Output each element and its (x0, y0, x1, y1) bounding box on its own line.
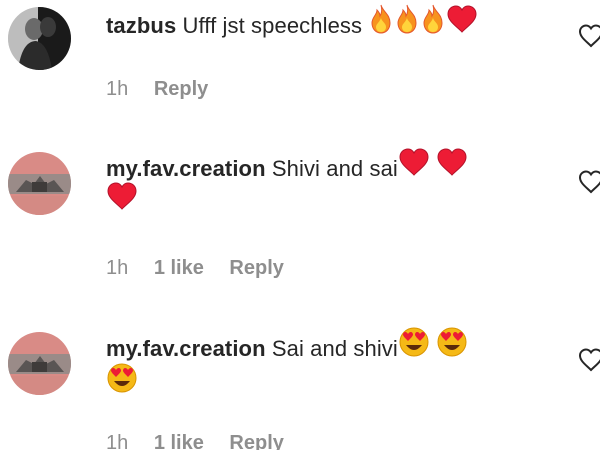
like-heart-icon[interactable] (578, 348, 600, 372)
comment-body: my.fav.creation Shivi and sai (106, 148, 566, 220)
comment-username[interactable]: my.fav.creation (106, 156, 266, 181)
red-heart-emoji-icon (398, 148, 430, 186)
comment-time: 1h (106, 78, 129, 100)
heart-eyes-emoji-icon (436, 326, 468, 368)
comment-meta: 1h 1 like Reply (106, 432, 304, 450)
comment-item: my.fav.creation Sai and shivi 1h 1 like … (0, 310, 600, 450)
fire-emoji-icon (420, 4, 446, 44)
avatar[interactable] (8, 7, 71, 70)
comment-time: 1h (106, 432, 129, 450)
reply-button[interactable]: Reply (154, 78, 208, 100)
comment-text: Ufff jst speechless (182, 13, 363, 38)
comment-body: my.fav.creation Sai and shivi (106, 327, 566, 404)
comment-time: 1h (106, 257, 129, 279)
comment-body: tazbus Ufff jst speechless (106, 5, 566, 44)
reply-button[interactable]: Reply (229, 432, 283, 450)
avatar[interactable] (8, 332, 71, 395)
like-heart-icon[interactable] (578, 170, 600, 194)
like-count[interactable]: 1 like (154, 257, 204, 279)
comments-list: tazbus Ufff jst speechless 1h Reply my.f… (0, 0, 600, 450)
comment-meta: 1h 1 like Reply (106, 257, 304, 280)
fire-emoji-icon (368, 4, 394, 44)
red-heart-emoji-icon (106, 182, 138, 220)
comment-meta: 1h Reply (106, 78, 228, 101)
avatar[interactable] (8, 152, 71, 215)
red-heart-emoji-icon (446, 5, 478, 43)
comment-username[interactable]: my.fav.creation (106, 336, 266, 361)
heart-eyes-emoji-icon (106, 362, 138, 404)
like-heart-icon[interactable] (578, 24, 600, 48)
reply-button[interactable]: Reply (229, 257, 283, 279)
red-heart-emoji-icon (436, 148, 468, 186)
comment-item: my.fav.creation Shivi and sai 1h 1 like … (0, 130, 600, 310)
comment-text: Sai and shivi (271, 336, 398, 361)
like-count[interactable]: 1 like (154, 432, 204, 450)
comment-item: tazbus Ufff jst speechless 1h Reply (0, 0, 600, 130)
heart-eyes-emoji-icon (398, 326, 430, 368)
fire-emoji-icon (394, 4, 420, 44)
comment-username[interactable]: tazbus (106, 13, 176, 38)
comment-text: Shivi and sai (271, 156, 398, 181)
